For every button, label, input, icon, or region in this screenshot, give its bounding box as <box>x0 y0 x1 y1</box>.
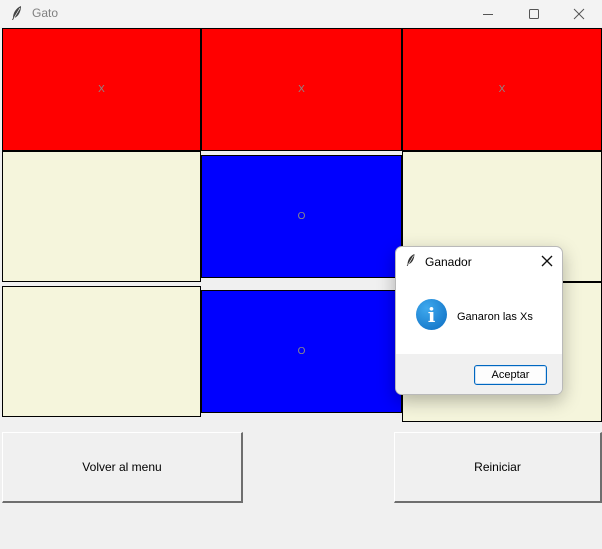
board-cell-5[interactable]: O <box>201 155 402 278</box>
info-icon: i <box>416 299 447 330</box>
minimize-icon <box>483 13 493 15</box>
close-button[interactable] <box>556 0 602 27</box>
feather-icon <box>12 6 21 20</box>
window-titlebar: Gato <box>0 0 602 27</box>
close-icon[interactable] <box>539 253 555 269</box>
feather-icon <box>406 254 415 266</box>
maximize-button[interactable] <box>511 0 557 27</box>
close-icon <box>573 8 585 19</box>
restart-button[interactable]: Reiniciar <box>394 432 602 503</box>
dialog-footer: Aceptar <box>396 354 562 394</box>
board-cell-3[interactable]: X <box>402 28 602 151</box>
winner-dialog: Ganador i Ganaron las Xs Aceptar <box>395 246 563 395</box>
board-cell-7[interactable] <box>2 286 201 417</box>
board-cell-1[interactable]: X <box>2 28 201 151</box>
back-to-menu-button[interactable]: Volver al menu <box>2 432 243 503</box>
dialog-message: Ganaron las Xs <box>457 311 533 323</box>
board-cell-2[interactable]: X <box>201 28 402 151</box>
dialog-titlebar: Ganador <box>396 247 562 276</box>
minimize-button[interactable] <box>465 0 511 27</box>
ok-button[interactable]: Aceptar <box>474 365 547 385</box>
maximize-icon <box>529 8 539 19</box>
window-title: Gato <box>32 6 59 20</box>
board-cell-4[interactable] <box>2 151 201 282</box>
board-cell-8[interactable]: O <box>201 290 402 413</box>
dialog-title: Ganador <box>425 255 472 269</box>
dialog-body: i Ganaron las Xs <box>396 276 562 354</box>
